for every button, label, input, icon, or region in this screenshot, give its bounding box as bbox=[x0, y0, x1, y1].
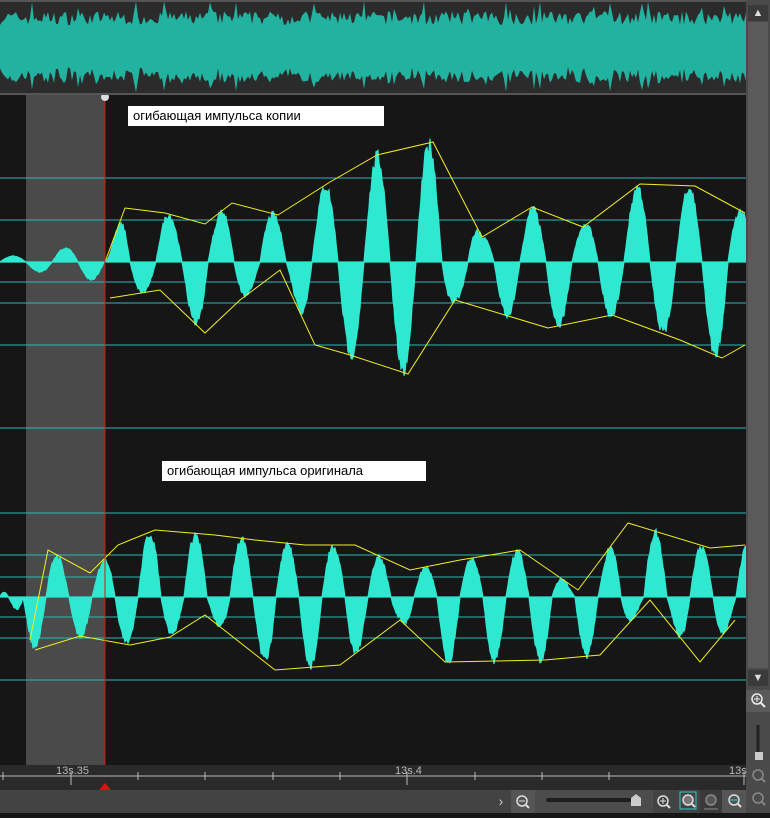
play-arrow-icon[interactable]: › bbox=[494, 790, 508, 813]
track-label-original: огибающая импульса оригинала bbox=[162, 461, 426, 481]
overview-waveform[interactable] bbox=[0, 0, 746, 95]
vertical-scrollbar[interactable]: ▲ ▼ bbox=[746, 0, 770, 690]
scroll-down-icon[interactable]: ▼ bbox=[748, 670, 768, 686]
horizontal-zoom-slider bbox=[546, 794, 641, 806]
zoom-in-vertical-icon[interactable] bbox=[746, 690, 770, 712]
zoom-fit-vertical-icon[interactable] bbox=[752, 769, 766, 783]
zoom-out-button[interactable] bbox=[511, 790, 535, 813]
overview-waveform-graphic bbox=[0, 1, 746, 93]
zoom-fit-button[interactable] bbox=[700, 790, 722, 813]
waveform-editor[interactable]: огибающая импульса копии огибающая импул… bbox=[0, 95, 746, 765]
horizontal-zoom-toolbar: › bbox=[0, 790, 746, 813]
playhead-marker[interactable] bbox=[99, 783, 111, 790]
zoom-selection-button[interactable] bbox=[678, 790, 700, 813]
selection-region bbox=[26, 95, 105, 765]
track-label-copy: огибающая импульса копии bbox=[128, 106, 384, 126]
vertical-zoom-slider[interactable] bbox=[755, 725, 763, 760]
zoom-reset-vertical-icon[interactable] bbox=[752, 792, 766, 806]
scroll-thumb[interactable] bbox=[748, 22, 768, 668]
zoom-reset-button[interactable] bbox=[722, 790, 746, 813]
waveform-canvas bbox=[0, 95, 746, 765]
overview-waveform-shape bbox=[0, 1, 746, 93]
copy-waveform bbox=[0, 138, 746, 376]
vertical-zoom-panel bbox=[746, 690, 770, 813]
ruler-tick-label: 13s.35 bbox=[56, 765, 90, 777]
zoom-in-button[interactable] bbox=[653, 790, 675, 813]
ruler-tick-label: 13s.4 bbox=[395, 765, 422, 777]
time-ruler[interactable]: 13s.35 13s.4 13s bbox=[0, 765, 747, 790]
scroll-up-icon[interactable]: ▲ bbox=[748, 5, 768, 21]
ruler-tick-label: 13s bbox=[729, 765, 747, 777]
